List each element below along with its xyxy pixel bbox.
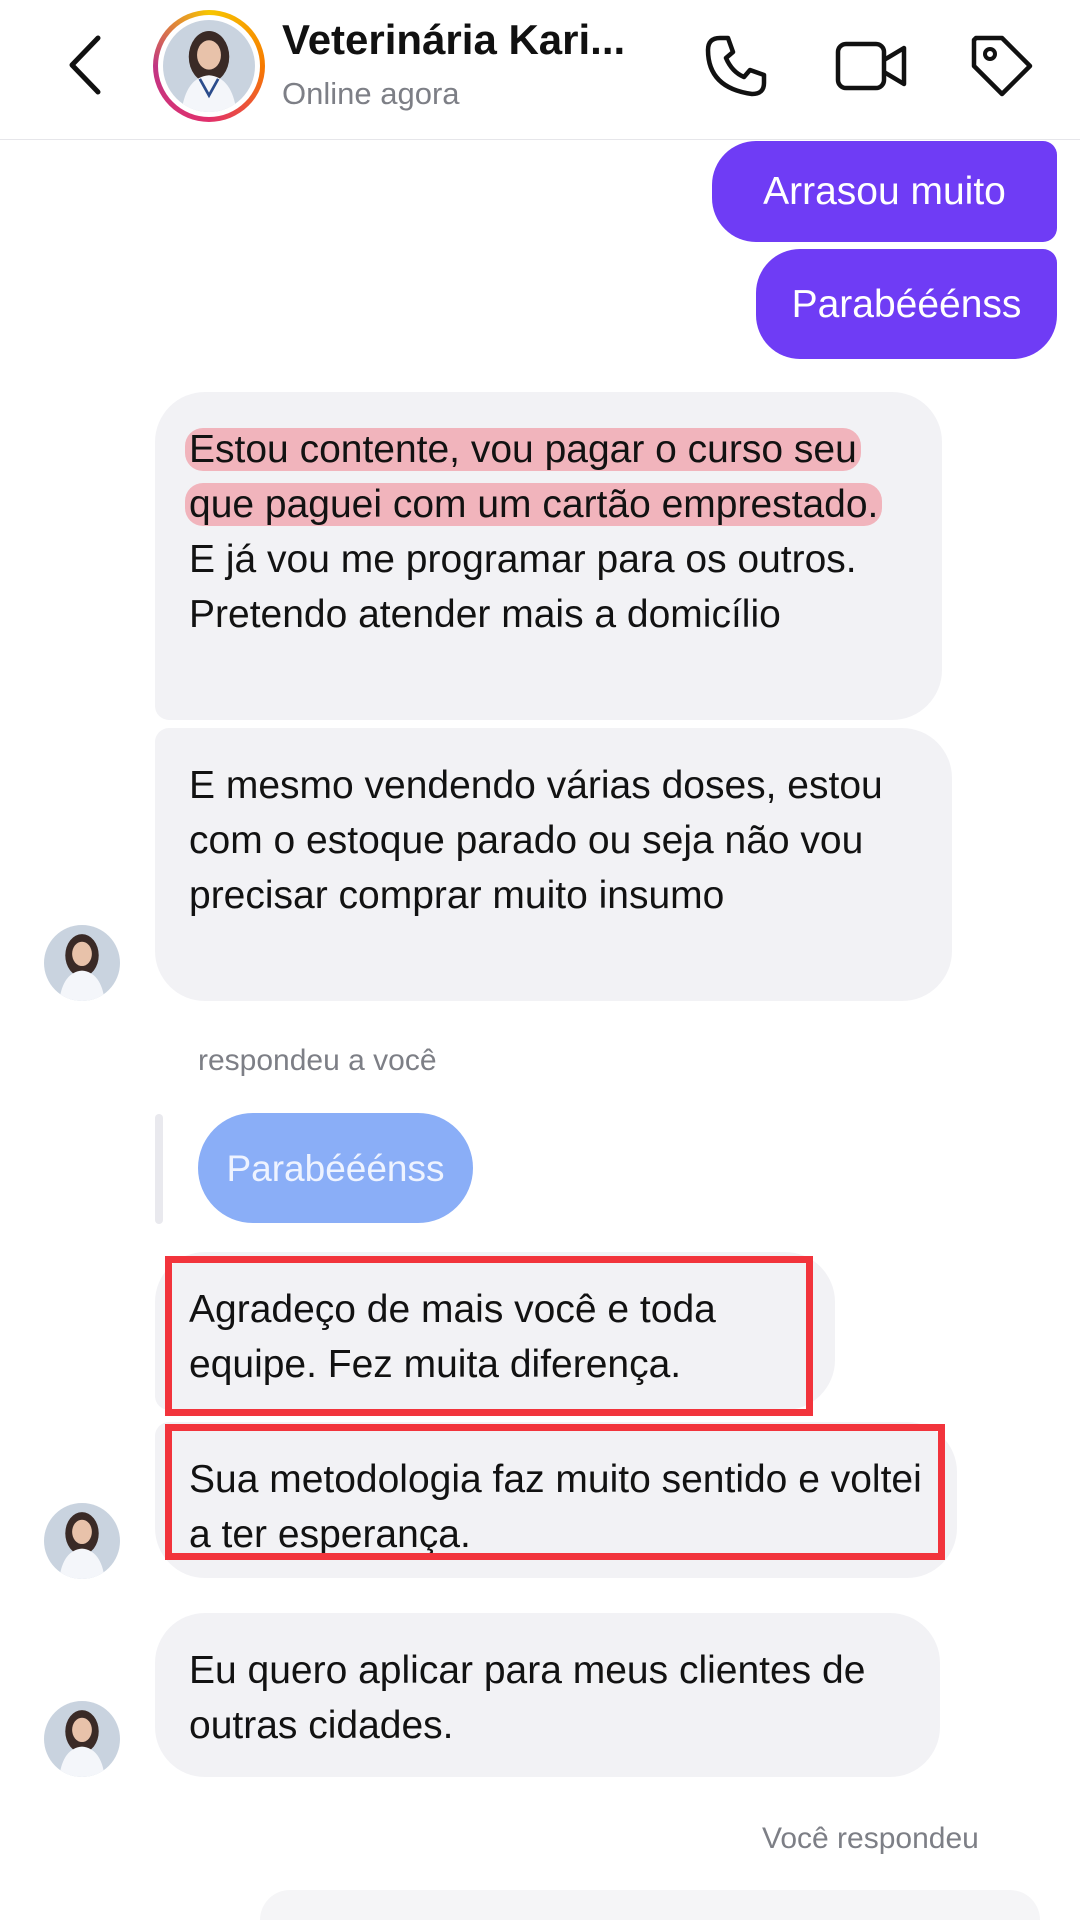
- partial-bubble: [260, 1890, 1040, 1920]
- quoted-message[interactable]: Parabééénss: [198, 1113, 473, 1223]
- outgoing-message[interactable]: Parabééénss: [756, 249, 1057, 359]
- back-button[interactable]: [60, 30, 116, 100]
- contact-name[interactable]: Veterinária Kari...: [282, 16, 662, 64]
- avatar-photo: [163, 20, 255, 112]
- sender-avatar[interactable]: [44, 925, 120, 1001]
- incoming-message[interactable]: Estou contente, vou pagar o curso seu qu…: [155, 392, 942, 720]
- contact-status: Online agora: [282, 76, 460, 111]
- reply-indicator-bar: [155, 1114, 163, 1224]
- message-text: Sua metodologia faz muito sentido e volt…: [189, 1458, 922, 1556]
- message-text: E já vou me programar para os outros. Pr…: [189, 538, 857, 636]
- contact-avatar[interactable]: [153, 10, 265, 122]
- video-icon: [835, 41, 907, 91]
- message-text: Arrasou muito: [763, 170, 1006, 213]
- message-text: Eu quero aplicar para meus clientes de o…: [189, 1649, 866, 1747]
- back-icon: [69, 35, 101, 95]
- incoming-message[interactable]: E mesmo vendendo várias doses, estou com…: [155, 728, 952, 1001]
- reply-label: respondeu a você: [198, 1044, 437, 1077]
- outgoing-message[interactable]: Arrasou muito: [712, 141, 1057, 242]
- video-call-button[interactable]: [832, 30, 912, 102]
- highlighted-text: Estou contente, vou pagar o curso seu qu…: [185, 428, 883, 526]
- tag-icon: [971, 35, 1033, 97]
- quoted-text: Parabééénss: [226, 1147, 445, 1189]
- sender-avatar[interactable]: [44, 1503, 120, 1579]
- tag-button[interactable]: [966, 30, 1038, 102]
- chat-header: Veterinária Kari... Online agora: [0, 0, 1080, 140]
- message-text: Agradeço de mais você e toda equipe. Fez…: [189, 1288, 716, 1386]
- message-text: Parabééénss: [791, 282, 1022, 326]
- call-button[interactable]: [700, 30, 772, 102]
- message-text: E mesmo vendendo várias doses, estou com…: [189, 764, 883, 917]
- incoming-message[interactable]: Agradeço de mais você e toda equipe. Fez…: [155, 1252, 835, 1410]
- phone-icon: [705, 35, 767, 97]
- incoming-message[interactable]: Sua metodologia faz muito sentido e volt…: [155, 1422, 957, 1578]
- incoming-message[interactable]: Eu quero aplicar para meus clientes de o…: [155, 1613, 940, 1777]
- chat-screen: Veterinária Kari... Online agora Arrasou…: [0, 0, 1080, 1920]
- you-replied-label: Você respondeu: [762, 1822, 979, 1855]
- sender-avatar[interactable]: [44, 1701, 120, 1777]
